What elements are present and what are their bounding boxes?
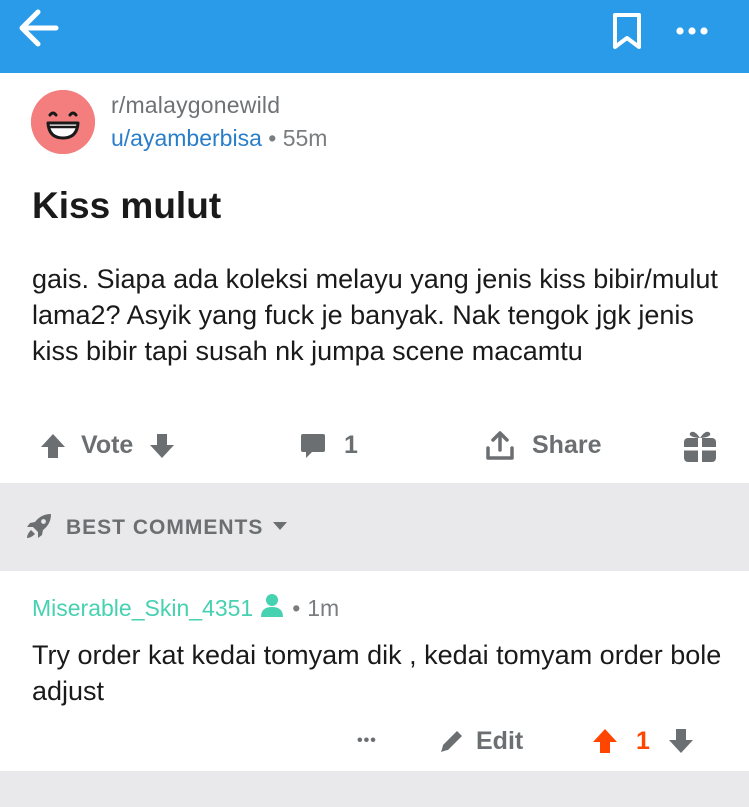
more-horizontal-icon[interactable] — [668, 16, 716, 46]
upvote-arrow-icon[interactable] — [38, 431, 68, 461]
avatar[interactable] — [31, 90, 95, 154]
op-person-icon — [259, 592, 285, 624]
chevron-down-icon — [271, 519, 289, 537]
upvote-arrow-icon-active[interactable] — [590, 726, 620, 756]
smiley-face-icon — [31, 90, 95, 154]
meta-separator: • — [292, 594, 301, 621]
post-card: r/malaygonewild u/ayamberbisa • 55m Kiss… — [0, 73, 749, 483]
rocket-icon — [24, 511, 54, 546]
comment-card: Miserable_Skin_4351 • 1m Try order kat k… — [0, 571, 749, 771]
comment-meta: Miserable_Skin_4351 • 1m — [32, 593, 339, 623]
edit-label: Edit — [476, 726, 524, 755]
comment-author-link[interactable]: Miserable_Skin_4351 — [32, 595, 253, 622]
post-title: Kiss mulut — [32, 185, 222, 226]
vote-control: Vote — [38, 423, 177, 468]
arrow-left-icon[interactable] — [16, 8, 60, 48]
vote-label: Vote — [81, 431, 134, 459]
share-button[interactable]: Share — [484, 423, 601, 468]
comment-sort-dropdown[interactable]: BEST COMMENTS — [24, 513, 289, 543]
edit-button[interactable]: Edit — [438, 721, 523, 761]
comment-time: 1m — [307, 594, 340, 621]
share-upload-icon — [484, 430, 516, 462]
bookmark-icon[interactable] — [610, 11, 644, 51]
more-dots-label: ••• — [357, 732, 377, 749]
award-gift-icon[interactable] — [682, 423, 718, 468]
subreddit-link[interactable]: r/malaygonewild — [111, 92, 280, 119]
comment-bubble-icon — [298, 431, 328, 461]
post-body: gais. Siapa ada koleksi melayu yang jeni… — [32, 264, 718, 366]
comments-button[interactable]: 1 — [298, 423, 358, 468]
share-label: Share — [532, 431, 602, 459]
meta-separator: • — [268, 125, 277, 151]
more-options-button[interactable]: ••• — [357, 721, 377, 761]
author-link[interactable]: u/ayamberbisa — [111, 125, 262, 151]
post-action-bar: Vote 1 Share — [0, 423, 749, 468]
post-meta: u/ayamberbisa • 55m — [111, 125, 327, 152]
downvote-arrow-icon[interactable] — [666, 726, 696, 756]
top-app-bar — [0, 0, 749, 73]
sort-label: BEST COMMENTS — [66, 516, 264, 539]
comment-vote-control: 1 — [590, 721, 696, 761]
post-time: 55m — [282, 125, 328, 151]
pencil-icon — [438, 727, 466, 755]
downvote-arrow-icon[interactable] — [147, 431, 177, 461]
comment-body: Try order kat kedai tomyam dik , kedai t… — [32, 640, 722, 706]
comment-action-bar: ••• Edit 1 — [0, 721, 749, 761]
comment-count: 1 — [344, 431, 358, 459]
comment-score: 1 — [636, 726, 650, 755]
